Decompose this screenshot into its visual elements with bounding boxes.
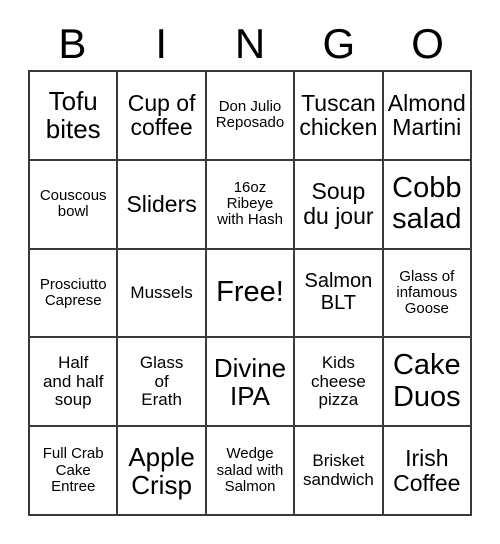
bingo-cell-b3[interactable]: Prosciutto Caprese xyxy=(30,249,119,339)
bingo-cell-label: Don Julio Reposado xyxy=(215,98,285,132)
bingo-cell-g5[interactable]: Brisket sandwich xyxy=(295,427,384,516)
bingo-cell-label: Wedge salad with Salmon xyxy=(216,445,284,495)
bingo-cell-label: Glass of Erath xyxy=(139,353,184,409)
bingo-cell-label: Tofu bites xyxy=(45,86,101,145)
bingo-cell-i1[interactable]: Cup of coffee xyxy=(118,72,207,161)
bingo-cell-i2[interactable]: Sliders xyxy=(118,160,207,250)
bingo-header-row: B I N G O xyxy=(28,18,472,70)
bingo-header-letter-g: G xyxy=(322,20,356,67)
bingo-cell-b1[interactable]: Tofu bites xyxy=(30,72,119,161)
bingo-cell-n5[interactable]: Wedge salad with Salmon xyxy=(206,427,296,516)
bingo-cell-label: Brisket sandwich xyxy=(302,451,374,489)
bingo-cell-label: Glass of infamous Goose xyxy=(396,267,458,318)
bingo-cell-label: Cup of coffee xyxy=(127,89,196,141)
bingo-cell-label: Half and half soup xyxy=(42,353,104,409)
bingo-cell-n4[interactable]: Divine IPA xyxy=(206,338,296,428)
bingo-cell-label: Apple Crisp xyxy=(128,441,195,500)
bingo-cell-label: 16oz Ribeye with Hash xyxy=(217,178,283,229)
bingo-cell-free-space[interactable]: Free! xyxy=(206,249,296,339)
bingo-cell-label: Tuscan chicken xyxy=(299,89,378,141)
bingo-cell-i5[interactable]: Apple Crisp xyxy=(118,427,207,516)
bingo-cell-label: Kids cheese pizza xyxy=(310,353,366,409)
bingo-cell-o4[interactable]: Cake Duos xyxy=(383,338,472,428)
bingo-cell-b4[interactable]: Half and half soup xyxy=(30,338,119,428)
bingo-cell-label: Divine IPA xyxy=(213,352,287,411)
bingo-cell-label: Prosciutto Caprese xyxy=(39,275,107,309)
bingo-cell-label: Cake Duos xyxy=(392,349,461,413)
bingo-cell-label: Soup du jour xyxy=(303,178,374,230)
bingo-free-space-label: Free! xyxy=(216,276,284,309)
bingo-cell-n2[interactable]: 16oz Ribeye with Hash xyxy=(206,160,296,250)
bingo-cell-o3[interactable]: Glass of infamous Goose xyxy=(383,249,472,339)
bingo-cell-i3[interactable]: Mussels xyxy=(118,249,207,339)
bingo-cell-g3[interactable]: Salmon BLT xyxy=(295,249,384,339)
bingo-cell-label: Almond Martini xyxy=(387,89,466,141)
bingo-cell-n1[interactable]: Don Julio Reposado xyxy=(206,72,296,161)
bingo-cell-g1[interactable]: Tuscan chicken xyxy=(295,72,384,161)
bingo-cell-label: Couscous bowl xyxy=(39,187,107,221)
bingo-cell-g2[interactable]: Soup du jour xyxy=(295,160,384,250)
bingo-cell-label: Salmon BLT xyxy=(304,270,373,314)
bingo-cell-label: Mussels xyxy=(130,282,193,302)
bingo-header-letter-b: B xyxy=(58,20,87,67)
bingo-header-letter-o: O xyxy=(411,20,444,67)
bingo-cell-o5[interactable]: Irish Coffee xyxy=(383,427,472,516)
bingo-cell-b5[interactable]: Full Crab Cake Entree xyxy=(30,427,119,516)
bingo-cell-o1[interactable]: Almond Martini xyxy=(383,72,472,161)
bingo-cell-b2[interactable]: Couscous bowl xyxy=(30,160,119,250)
bingo-cell-label: Full Crab Cake Entree xyxy=(42,445,104,495)
bingo-cell-label: Sliders xyxy=(126,190,197,217)
bingo-cell-o2[interactable]: Cobb salad xyxy=(383,160,472,250)
bingo-header-letter-n: N xyxy=(234,20,266,67)
bingo-cell-i4[interactable]: Glass of Erath xyxy=(118,338,207,428)
bingo-cell-label: Cobb salad xyxy=(392,171,462,236)
bingo-cell-g4[interactable]: Kids cheese pizza xyxy=(295,338,384,428)
bingo-header-letter-i: I xyxy=(155,20,168,67)
bingo-grid: Tofu bites Cup of coffee Don Julio Repos… xyxy=(28,70,472,516)
bingo-cell-label: Irish Coffee xyxy=(393,444,461,496)
bingo-card: B I N G O Tofu bites Cup of coffee Don J… xyxy=(0,0,500,544)
